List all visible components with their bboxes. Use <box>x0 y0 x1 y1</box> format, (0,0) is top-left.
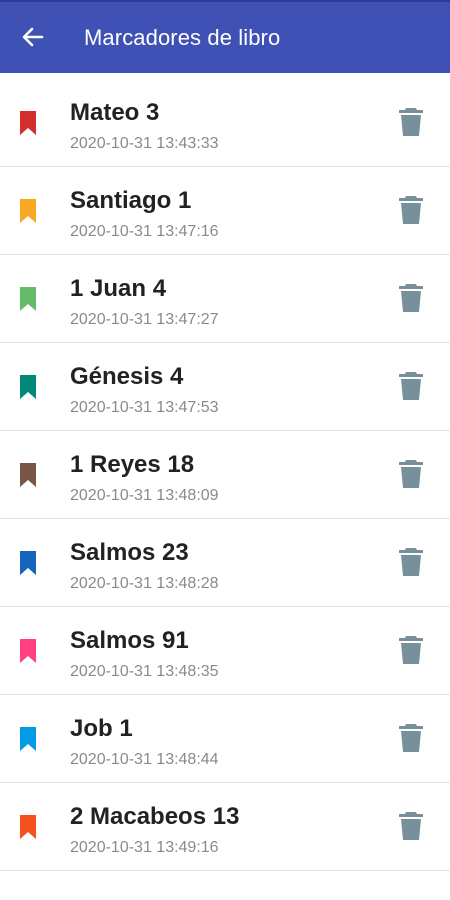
list-item[interactable]: Job 1 2020-10-31 13:48:44 <box>0 695 450 783</box>
list-item[interactable]: Mateo 3 2020-10-31 13:43:33 <box>0 79 450 167</box>
bookmark-title: 1 Reyes 18 <box>70 451 195 478</box>
trash-icon[interactable] <box>398 547 424 577</box>
trash-icon[interactable] <box>398 723 424 753</box>
bookmark-timestamp: 2020-10-31 13:48:35 <box>70 663 219 680</box>
bookmark-icon <box>20 199 36 223</box>
bookmark-icon <box>20 815 36 839</box>
bookmark-title: Salmos 91 <box>70 627 189 654</box>
bookmark-timestamp: 2020-10-31 13:48:28 <box>70 575 219 592</box>
arrow-back-icon <box>22 27 44 47</box>
bookmark-icon <box>20 287 36 311</box>
bookmark-title: Salmos 23 <box>70 539 189 566</box>
bookmark-title: Mateo 3 <box>70 99 160 126</box>
bookmark-title: Santiago 1 <box>70 187 192 214</box>
bookmark-title: 2 Macabeos 13 <box>70 803 240 830</box>
bookmark-icon <box>20 111 36 135</box>
page-title: Marcadores de libro <box>84 25 281 50</box>
list-item[interactable]: Salmos 23 2020-10-31 13:48:28 <box>0 519 450 607</box>
bookmark-icon <box>20 727 36 751</box>
trash-icon[interactable] <box>398 635 424 665</box>
bookmark-timestamp: 2020-10-31 13:47:53 <box>70 399 219 416</box>
list-item[interactable]: 1 Reyes 18 2020-10-31 13:48:09 <box>0 431 450 519</box>
bookmark-icon <box>20 375 36 399</box>
bookmark-icon <box>20 463 36 487</box>
trash-icon[interactable] <box>398 195 424 225</box>
trash-icon[interactable] <box>398 459 424 489</box>
trash-icon[interactable] <box>398 283 424 313</box>
bookmark-list: Mateo 3 2020-10-31 13:43:33 Santiago 1 2… <box>0 79 450 871</box>
bookmark-timestamp: 2020-10-31 13:48:09 <box>70 487 219 504</box>
bookmark-icon <box>20 639 36 663</box>
bookmark-icon <box>20 551 36 575</box>
trash-icon[interactable] <box>398 371 424 401</box>
bookmark-timestamp: 2020-10-31 13:48:44 <box>70 751 219 768</box>
bookmark-timestamp: 2020-10-31 13:49:16 <box>70 839 219 856</box>
list-item[interactable]: Salmos 91 2020-10-31 13:48:35 <box>0 607 450 695</box>
trash-icon[interactable] <box>398 107 424 137</box>
list-item[interactable]: 2 Macabeos 13 2020-10-31 13:49:16 <box>0 783 450 871</box>
bookmark-title: Job 1 <box>70 715 133 742</box>
list-item[interactable]: Santiago 1 2020-10-31 13:47:16 <box>0 167 450 255</box>
bookmark-timestamp: 2020-10-31 13:43:33 <box>70 135 219 152</box>
back-button[interactable] <box>18 22 48 52</box>
bookmark-timestamp: 2020-10-31 13:47:16 <box>70 223 219 240</box>
bookmark-timestamp: 2020-10-31 13:47:27 <box>70 311 219 328</box>
app-bar: Marcadores de libro <box>0 0 450 73</box>
list-item[interactable]: Génesis 4 2020-10-31 13:47:53 <box>0 343 450 431</box>
trash-icon[interactable] <box>398 811 424 841</box>
list-item[interactable]: 1 Juan 4 2020-10-31 13:47:27 <box>0 255 450 343</box>
bookmark-title: 1 Juan 4 <box>70 275 167 302</box>
bookmark-title: Génesis 4 <box>70 363 184 390</box>
